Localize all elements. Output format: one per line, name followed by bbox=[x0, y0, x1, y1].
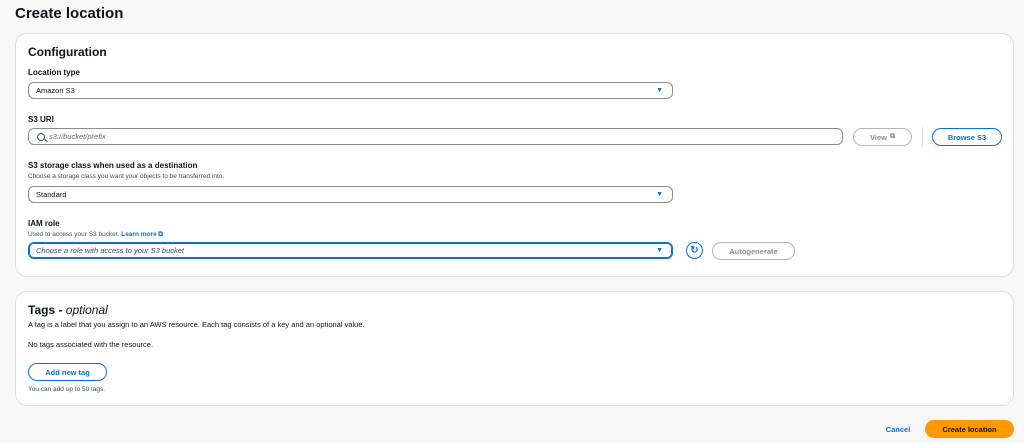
storage-class-label: S3 storage class when used as a destinat… bbox=[28, 161, 198, 170]
caret-down-icon: ▼ bbox=[656, 87, 663, 94]
tags-empty-text: No tags associated with the resource. bbox=[28, 340, 154, 349]
iam-role-description: Used to access your S3 bucket. Learn mor… bbox=[28, 231, 163, 239]
page-title: Create location bbox=[15, 5, 124, 22]
tags-limit-text: You can add up to 50 tags. bbox=[28, 386, 106, 393]
s3-uri-label: S3 URI bbox=[28, 115, 54, 124]
cancel-button[interactable]: Cancel bbox=[876, 420, 920, 438]
storage-class-value: Standard bbox=[36, 190, 67, 199]
create-location-label: Create location bbox=[942, 424, 997, 434]
create-location-button[interactable]: Create location bbox=[925, 420, 1014, 438]
tags-panel: Tags - optional A tag is a label that yo… bbox=[15, 291, 1014, 406]
iam-role-select[interactable]: Choose a role with access to your S3 buc… bbox=[28, 242, 673, 259]
storage-class-select[interactable]: Standard ▼ bbox=[28, 186, 673, 203]
iam-role-placeholder: Choose a role with access to your S3 buc… bbox=[36, 246, 184, 255]
s3-uri-placeholder: s3://bucket/prefix bbox=[49, 132, 106, 141]
location-type-label: Location type bbox=[28, 68, 81, 77]
iam-role-description-text: Used to access your S3 bucket. bbox=[28, 231, 120, 238]
configuration-title: Configuration bbox=[28, 45, 107, 59]
cancel-label: Cancel bbox=[885, 424, 911, 434]
tags-title: Tags - optional bbox=[28, 303, 108, 317]
caret-down-icon: ▼ bbox=[656, 191, 663, 198]
storage-class-description: Choose a storage class you want your obj… bbox=[28, 173, 225, 180]
location-type-value: Amazon S3 bbox=[36, 86, 75, 95]
iam-role-label: IAM role bbox=[28, 219, 60, 228]
search-icon bbox=[37, 132, 45, 141]
view-button[interactable]: View ⧉ bbox=[853, 128, 912, 146]
caret-down-icon: ▼ bbox=[656, 247, 663, 254]
browse-s3-button[interactable]: Browse S3 bbox=[932, 128, 1002, 146]
learn-more-link[interactable]: Learn more bbox=[121, 231, 156, 238]
external-link-icon: ⧉ bbox=[156, 231, 164, 238]
configuration-panel: Configuration Location type Amazon S3 ▼ … bbox=[15, 33, 1014, 277]
browse-s3-label: Browse S3 bbox=[947, 132, 987, 142]
autogenerate-label: Autogenerate bbox=[729, 246, 778, 256]
external-link-icon: ⧉ bbox=[889, 133, 895, 140]
tags-title-text: Tags - bbox=[28, 303, 66, 317]
refresh-icon[interactable]: ↻ bbox=[686, 242, 703, 259]
s3-uri-input[interactable]: s3://bucket/prefix bbox=[28, 128, 843, 145]
tags-title-optional: optional bbox=[65, 303, 108, 317]
tags-description: A tag is a label that you assign to an A… bbox=[28, 320, 365, 329]
view-button-label: View bbox=[870, 132, 887, 142]
autogenerate-button[interactable]: Autogenerate bbox=[712, 242, 795, 260]
divider bbox=[922, 127, 923, 147]
add-new-tag-button[interactable]: Add new tag bbox=[28, 363, 107, 381]
add-new-tag-label: Add new tag bbox=[45, 367, 90, 377]
location-type-select[interactable]: Amazon S3 ▼ bbox=[28, 82, 673, 99]
